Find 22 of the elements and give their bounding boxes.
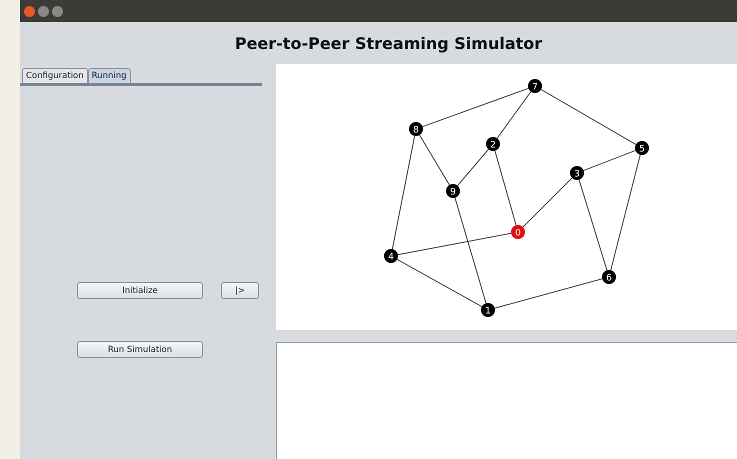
- graph-node: 1: [481, 303, 495, 317]
- step-button[interactable]: |>: [221, 282, 259, 299]
- close-button[interactable]: [24, 6, 35, 16]
- graph-node: 6: [602, 270, 616, 284]
- graph-node: 0: [511, 225, 525, 239]
- edge-line: [457, 148, 489, 186]
- graph-node: 4: [384, 249, 398, 263]
- run-simulation-button[interactable]: Run Simulation: [77, 341, 203, 358]
- app-heading: Peer-to-Peer Streaming Simulator: [234, 32, 544, 54]
- graph-node: 9: [446, 184, 460, 198]
- graph-node: 5: [635, 141, 649, 155]
- minimize-button[interactable]: [38, 6, 49, 16]
- graph-node: 2: [486, 137, 500, 151]
- tab[interactable]: Configuration: [22, 68, 88, 83]
- initialize-button[interactable]: Initialize: [77, 282, 203, 299]
- tab[interactable]: Running: [88, 68, 130, 83]
- edge-line: [522, 178, 572, 228]
- edge-line: [419, 134, 450, 186]
- graph-node: 8: [409, 122, 423, 136]
- maximize-button[interactable]: [52, 6, 63, 16]
- graph-node: 3: [570, 166, 584, 180]
- graph-node: 7: [528, 79, 542, 93]
